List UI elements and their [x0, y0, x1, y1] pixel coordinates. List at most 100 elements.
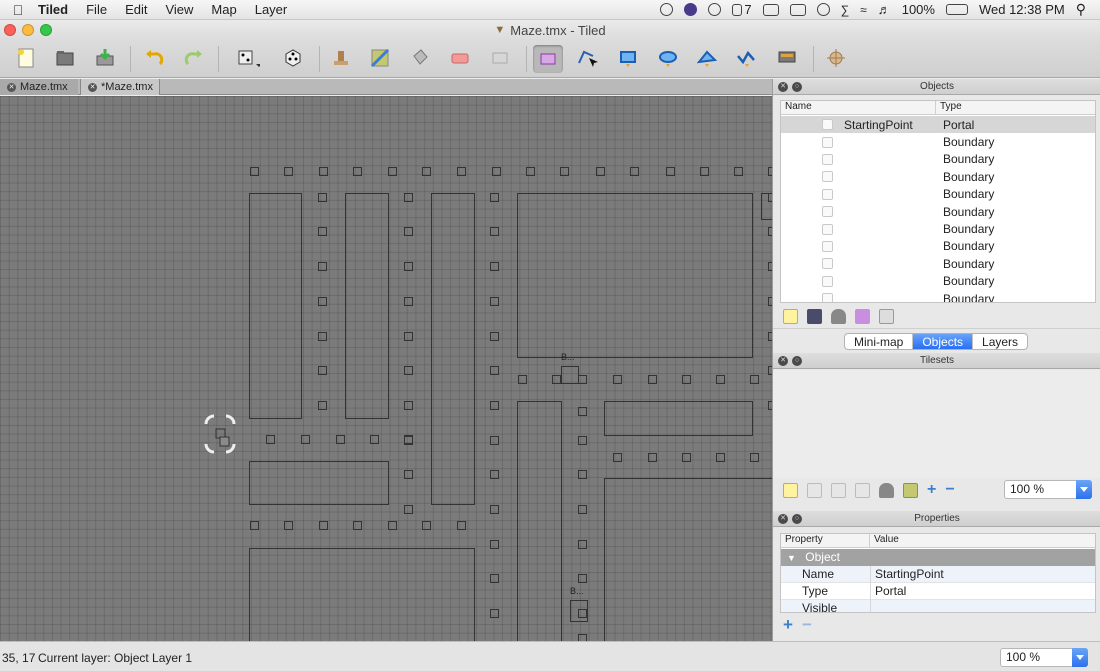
insert-ellipse-button[interactable]	[656, 47, 680, 69]
menu-edit[interactable]: Edit	[116, 2, 156, 17]
close-window-button[interactable]	[4, 24, 16, 36]
boundary-marker[interactable]	[682, 453, 691, 462]
airplay-icon[interactable]	[789, 3, 806, 16]
boundary-marker[interactable]	[490, 505, 499, 514]
object-row[interactable]: Boundary	[781, 220, 1095, 237]
save-map-button[interactable]	[93, 47, 117, 69]
boundary-marker[interactable]	[578, 407, 587, 416]
close-tab-icon[interactable]: ✕	[88, 82, 97, 92]
object-row[interactable]: Boundary	[781, 255, 1095, 272]
notification-badge[interactable]: 7	[732, 2, 752, 17]
boundary-marker[interactable]	[250, 521, 259, 530]
boundary-marker[interactable]	[404, 470, 413, 479]
boundary-marker[interactable]	[318, 297, 327, 306]
boundary-marker[interactable]	[518, 375, 527, 384]
boundary-marker[interactable]	[319, 521, 328, 530]
boundary-marker[interactable]	[490, 401, 499, 410]
battery-icon[interactable]	[945, 4, 968, 15]
search-icon[interactable]: ⚲	[1076, 1, 1086, 18]
boundary-marker[interactable]	[353, 521, 362, 530]
menu-map[interactable]: Map	[202, 2, 245, 17]
disclosure-triangle-icon[interactable]: ▼	[787, 553, 796, 563]
boundary-marker[interactable]	[490, 332, 499, 341]
boundary-marker[interactable]	[353, 167, 362, 176]
creative-cloud-icon[interactable]	[708, 3, 722, 16]
offset-map-button[interactable]	[824, 47, 848, 69]
boundary-marker[interactable]	[578, 505, 587, 514]
visibility-checkbox[interactable]	[822, 206, 833, 218]
chevron-down-icon[interactable]	[1076, 480, 1092, 499]
boundary-marker[interactable]	[490, 227, 499, 236]
boundary-marker[interactable]	[490, 470, 499, 479]
boundary-object[interactable]	[345, 193, 389, 419]
selected-object-handles[interactable]	[203, 414, 237, 456]
boundary-marker[interactable]	[318, 401, 327, 410]
object-row[interactable]: Boundary	[781, 186, 1095, 203]
boundary-marker[interactable]	[250, 167, 259, 176]
boundary-marker[interactable]	[404, 401, 413, 410]
boundary-marker[interactable]	[560, 167, 569, 176]
boundary-object[interactable]	[249, 461, 389, 505]
float-panel-icon[interactable]: ○	[792, 356, 802, 366]
eraser-button[interactable]	[448, 47, 472, 69]
boundary-marker[interactable]	[648, 375, 657, 384]
boundary-marker[interactable]	[613, 375, 622, 384]
visibility-checkbox[interactable]	[822, 275, 833, 287]
tab-objects[interactable]: Objects	[913, 334, 974, 349]
boundary-marker[interactable]	[750, 453, 759, 462]
tileset-properties-icon[interactable]	[855, 482, 870, 498]
close-panel-icon[interactable]: ✕	[778, 356, 788, 366]
boundary-marker[interactable]	[319, 167, 328, 176]
boundary-marker[interactable]	[457, 521, 466, 530]
object-row[interactable]: Boundary	[781, 273, 1095, 290]
boundary-object[interactable]	[561, 366, 579, 384]
insert-tile-button[interactable]	[775, 47, 799, 69]
sync-icon[interactable]	[660, 3, 674, 16]
column-type[interactable]: Type	[936, 101, 962, 114]
zoom-window-button[interactable]	[40, 24, 52, 36]
tilesets-area[interactable]	[773, 370, 1100, 478]
boundary-marker[interactable]	[388, 167, 397, 176]
boundary-marker[interactable]	[318, 332, 327, 341]
visibility-checkbox[interactable]	[822, 153, 833, 165]
visibility-checkbox[interactable]	[822, 240, 833, 252]
remove-property-icon[interactable]: −	[802, 615, 812, 635]
float-panel-icon[interactable]: ○	[792, 82, 802, 92]
import-tileset-icon[interactable]	[807, 482, 822, 498]
object-row[interactable]: Boundary	[781, 168, 1095, 185]
boundary-marker[interactable]	[336, 435, 345, 444]
tab-maze-modified[interactable]: ✕ *Maze.tmx	[80, 79, 160, 95]
tileset-zoom-select[interactable]: 100 %	[1004, 480, 1092, 499]
boundary-marker[interactable]	[318, 366, 327, 375]
boundary-object[interactable]	[431, 193, 475, 505]
property-row[interactable]: Visible	[781, 600, 1095, 612]
menu-view[interactable]: View	[156, 2, 202, 17]
clock[interactable]: Wed 12:38 PM	[979, 2, 1065, 17]
insert-rectangle-button[interactable]	[616, 47, 640, 69]
boundary-marker[interactable]	[648, 453, 657, 462]
app-tray-icon[interactable]	[684, 3, 698, 16]
property-value[interactable]	[870, 600, 875, 612]
chevron-down-icon[interactable]	[1072, 648, 1088, 667]
apple-icon[interactable]: 	[0, 2, 36, 18]
boundary-marker[interactable]	[552, 375, 561, 384]
close-panel-icon[interactable]: ✕	[778, 82, 788, 92]
boundary-marker[interactable]	[404, 227, 413, 236]
boundary-marker[interactable]	[404, 193, 413, 202]
boundary-marker[interactable]	[370, 435, 379, 444]
boundary-marker[interactable]	[490, 366, 499, 375]
boundary-marker[interactable]	[492, 167, 501, 176]
wang-mode-button[interactable]	[281, 47, 305, 69]
delete-tileset-icon[interactable]	[879, 482, 894, 498]
boundary-marker[interactable]	[490, 193, 499, 202]
menu-layer[interactable]: Layer	[246, 2, 297, 17]
menu-app-name[interactable]: Tiled	[36, 2, 77, 17]
new-map-button[interactable]	[14, 47, 38, 69]
boundary-marker[interactable]	[613, 453, 622, 462]
boundary-marker[interactable]	[422, 521, 431, 530]
boundary-marker[interactable]	[422, 167, 431, 176]
boundary-marker[interactable]	[404, 435, 413, 444]
object-row[interactable]: Boundary	[781, 203, 1095, 220]
boundary-marker[interactable]	[490, 540, 499, 549]
boundary-marker[interactable]	[404, 366, 413, 375]
